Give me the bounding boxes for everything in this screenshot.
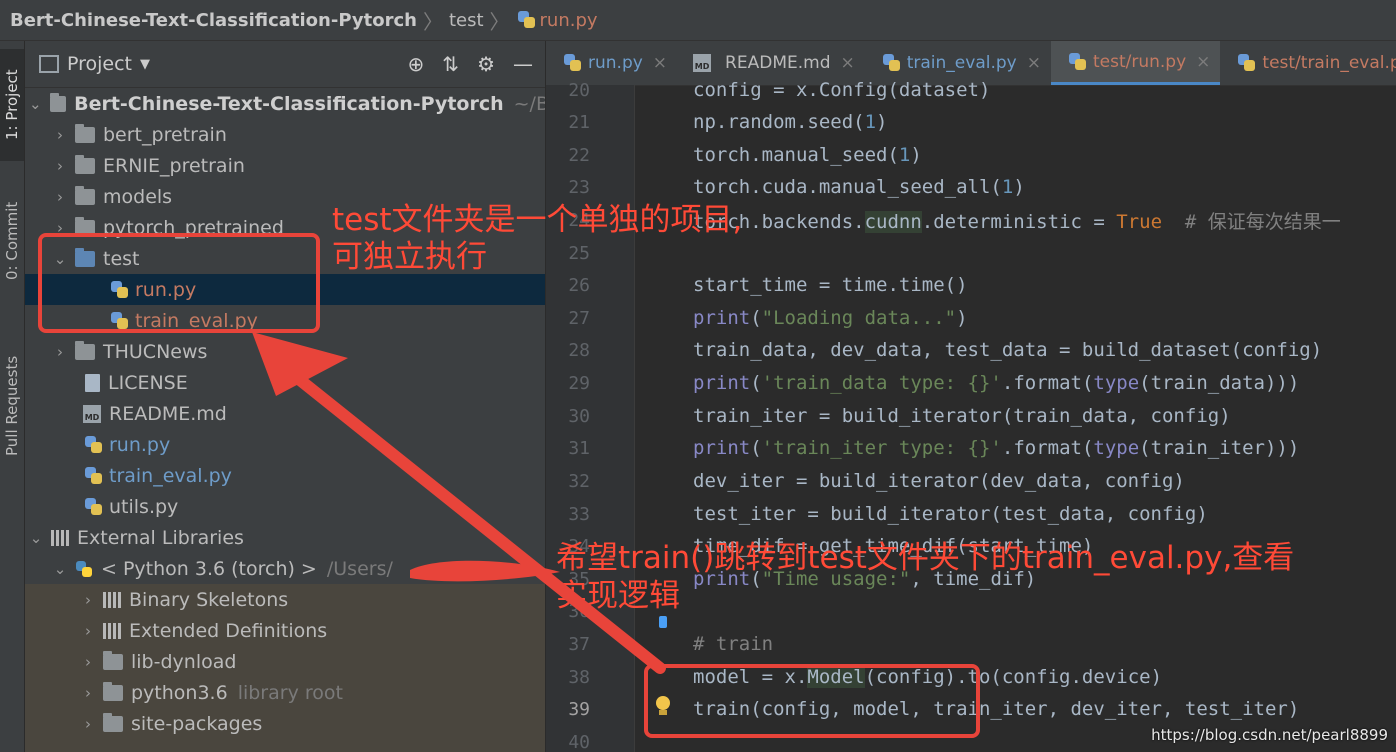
arrow-shaft (294, 374, 666, 674)
annotation-arrow (252, 332, 666, 674)
watermark: https://blog.csdn.net/pearl8899 (1151, 726, 1388, 744)
